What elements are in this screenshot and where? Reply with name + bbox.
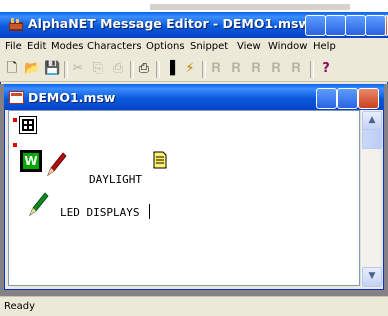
paste-icon[interactable]: ⎙: [110, 61, 126, 77]
snippet-4-icon[interactable]: 𝐑: [268, 61, 284, 77]
position-icon[interactable]: ▐: [162, 61, 178, 77]
message-text-line-2: LED DISPLAYS: [60, 206, 140, 219]
maximize-button[interactable]: [365, 15, 386, 36]
document-title: DEMO1.msw: [28, 90, 116, 105]
status-bar: Ready: [0, 296, 388, 316]
menu-characters[interactable]: Characters: [87, 41, 142, 52]
note-icon: [153, 151, 167, 169]
flash-icon[interactable]: ⚡: [182, 61, 198, 77]
desktop-strip: [0, 0, 388, 12]
line-marker: [13, 118, 17, 122]
text-cursor: [149, 204, 150, 219]
toolbar-separator: [156, 61, 160, 78]
toolbar-separator: [310, 61, 314, 78]
open-folder-icon[interactable]: 📂: [24, 61, 40, 77]
toolbar-separator: [64, 61, 68, 78]
toolbar-separator: [202, 61, 206, 78]
minimize-button[interactable]: [345, 15, 366, 36]
copy-icon[interactable]: ⎘: [90, 61, 106, 77]
font-control-icon: [19, 116, 37, 134]
scroll-up-icon[interactable]: ▲: [362, 111, 382, 131]
snippet-5-icon[interactable]: 𝐑: [288, 61, 304, 77]
toolbar-separator: [130, 61, 134, 78]
menu-snippet[interactable]: Snippet: [190, 41, 228, 52]
scroll-down-icon[interactable]: ▼: [362, 267, 382, 287]
document-icon: [9, 91, 24, 104]
snippet-1-icon[interactable]: 𝐑: [208, 61, 224, 77]
menu-view[interactable]: View: [237, 41, 261, 52]
toolbar: 🗋 📂 💾 ✂ ⎘ ⎙ ⎙ ▐ ⚡ 𝐑 𝐑 𝐑 𝐑 𝐑 ?: [0, 56, 388, 82]
snippet-3-icon[interactable]: 𝐑: [248, 61, 264, 77]
document-minimize-button[interactable]: [316, 88, 337, 109]
wide-mode-icon: W: [20, 150, 42, 172]
restore-tile-icon[interactable]: [305, 15, 326, 36]
window-title: AlphaNET Message Editor - DEMO1.msw: [28, 16, 310, 31]
print-icon[interactable]: ⎙: [136, 61, 152, 77]
message-text-line-1: DAYLIGHT: [89, 173, 142, 186]
scroll-thumb[interactable]: [362, 129, 382, 149]
message-editor[interactable]: W DAYLIGHT LED DISPLAYS: [8, 110, 360, 286]
cascade-icon[interactable]: [325, 15, 346, 36]
status-text: Ready: [4, 301, 36, 312]
menu-bar: File Edit Modes Characters Options Snipp…: [0, 38, 388, 56]
menu-file[interactable]: File: [5, 41, 22, 52]
document-maximize-button[interactable]: [337, 88, 358, 109]
red-color-pen-icon: [47, 152, 67, 177]
save-icon[interactable]: 💾: [44, 61, 60, 77]
vertical-scrollbar[interactable]: ▲ ▼: [360, 110, 382, 287]
snippet-2-icon[interactable]: 𝐑: [228, 61, 244, 77]
menu-help[interactable]: Help: [313, 41, 336, 52]
help-icon[interactable]: ?: [318, 61, 334, 77]
menu-options[interactable]: Options: [146, 41, 185, 52]
line-marker: [13, 143, 17, 147]
app-icon: [9, 18, 23, 31]
menu-window[interactable]: Window: [268, 41, 307, 52]
green-color-pen-icon: [29, 192, 49, 217]
new-file-icon[interactable]: 🗋: [4, 61, 20, 77]
cut-icon[interactable]: ✂: [70, 61, 86, 77]
menu-modes[interactable]: Modes: [51, 41, 83, 52]
menu-edit[interactable]: Edit: [27, 41, 46, 52]
document-close-button[interactable]: [358, 88, 379, 109]
